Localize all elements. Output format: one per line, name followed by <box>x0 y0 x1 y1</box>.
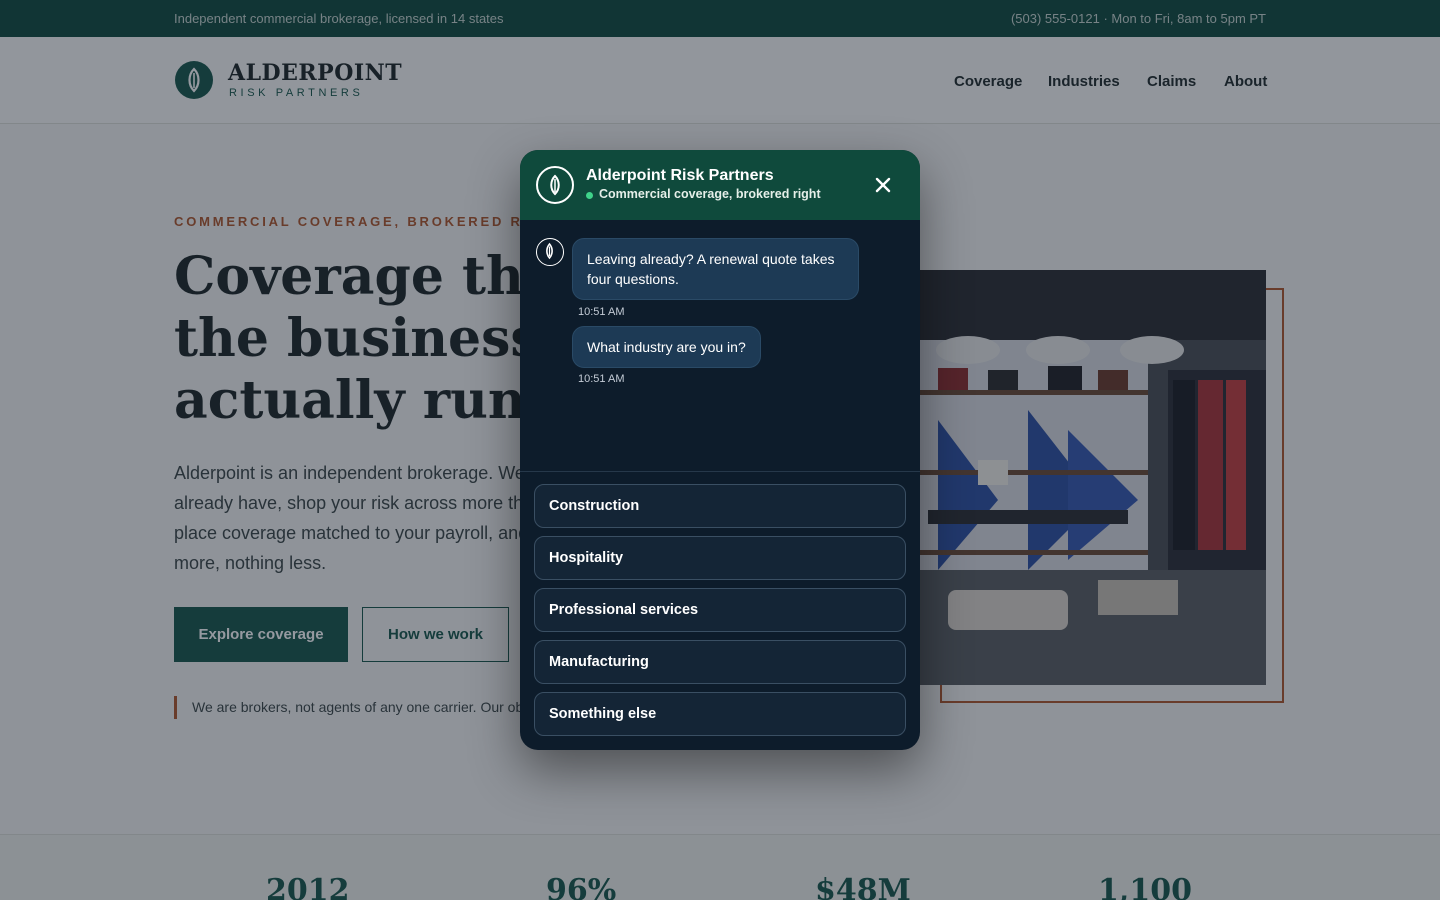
bot-message-bubble: Leaving already? A renewal quote takes f… <box>572 238 859 300</box>
message-timestamp: 10:51 AM <box>578 373 625 385</box>
message-timestamp: 10:51 AM <box>578 306 625 318</box>
option-something-else[interactable]: Something else <box>534 692 906 736</box>
bot-message-bubble: What industry are you in? <box>572 326 761 368</box>
chat-divider <box>520 471 920 472</box>
leaf-icon <box>536 166 574 204</box>
option-manufacturing[interactable]: Manufacturing <box>534 640 906 684</box>
chat-widget: Alderpoint Risk Partners Commercial cove… <box>520 150 920 750</box>
option-professional-services[interactable]: Professional services <box>534 588 906 632</box>
chat-header: Alderpoint Risk Partners Commercial cove… <box>520 150 920 220</box>
close-icon[interactable] <box>872 174 894 196</box>
option-construction[interactable]: Construction <box>534 484 906 528</box>
bot-avatar-leaf-icon <box>536 238 564 266</box>
chat-status-text: Commercial coverage, brokered right <box>599 187 821 201</box>
online-status-dot <box>586 192 593 199</box>
chat-title: Alderpoint Risk Partners <box>586 167 774 184</box>
option-hospitality[interactable]: Hospitality <box>534 536 906 580</box>
